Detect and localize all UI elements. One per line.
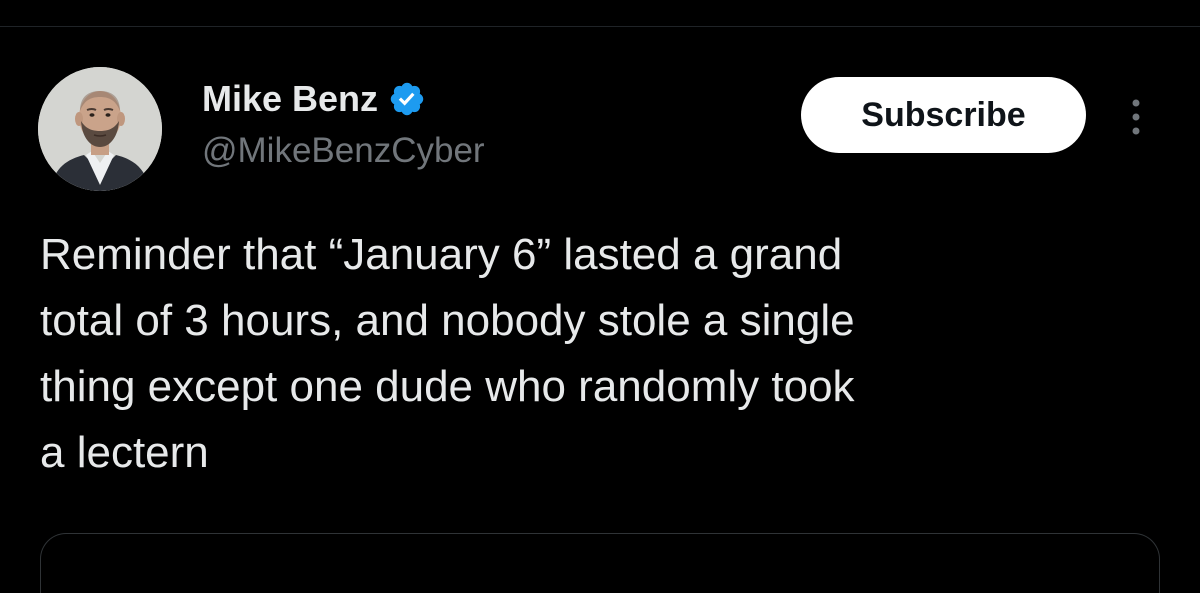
avatar[interactable] bbox=[38, 67, 162, 191]
quoted-card[interactable] bbox=[40, 533, 1160, 593]
subscribe-button[interactable]: Subscribe bbox=[801, 77, 1086, 153]
avatar-photo-icon bbox=[38, 67, 162, 191]
verified-badge-icon bbox=[390, 82, 424, 116]
author-display-name[interactable]: Mike Benz bbox=[202, 78, 378, 120]
tweet-text: Reminder that “January 6” lasted a grand… bbox=[40, 230, 855, 477]
tweet[interactable]: Mike Benz @MikeBenzCyber Subscribe Remin… bbox=[0, 27, 1200, 593]
more-vertical-icon[interactable] bbox=[1122, 95, 1150, 139]
author-handle[interactable]: @MikeBenzCyber bbox=[202, 131, 485, 171]
author-name-row: Mike Benz bbox=[202, 75, 426, 123]
